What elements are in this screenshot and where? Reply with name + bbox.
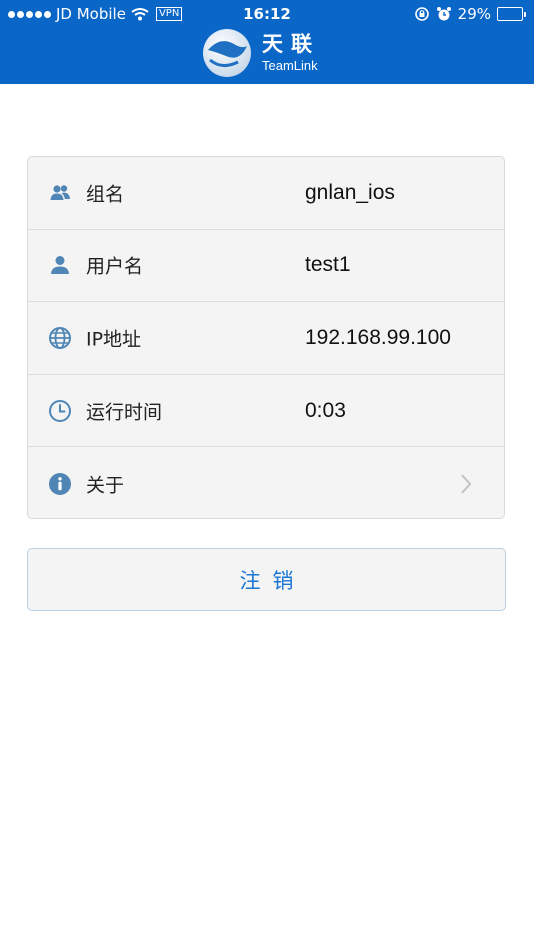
info-row-about[interactable]: 关于 — [28, 447, 504, 518]
ip-address-label: IP地址 — [86, 328, 142, 351]
chevron-right-icon — [461, 474, 472, 494]
signal-strength-icon — [8, 10, 51, 18]
ip-address-value: 192.168.99.100 — [305, 325, 451, 349]
account-info-card: 组名 gnlan_ios 用户名 test1 IP地址 192.168.99.1… — [27, 156, 505, 519]
group-label: 组名 — [86, 183, 125, 206]
group-value: gnlan_ios — [305, 180, 395, 204]
status-bar: JD Mobile VPN 16:12 29% — [0, 0, 534, 28]
clock-icon — [49, 399, 71, 422]
info-row-uptime: 运行时间 0:03 — [28, 375, 504, 448]
info-row-username: 用户名 test1 — [28, 230, 504, 303]
app-header: JD Mobile VPN 16:12 29% 天联 TeamLink — [0, 0, 534, 84]
globe-icon — [49, 326, 71, 349]
logout-button[interactable]: 注销 — [27, 548, 506, 611]
info-row-group: 组名 gnlan_ios — [28, 157, 504, 230]
rotation-lock-icon — [414, 7, 429, 21]
about-label: 关于 — [86, 474, 125, 497]
status-right: 29% — [414, 0, 526, 28]
battery-icon — [497, 7, 526, 21]
alarm-icon — [436, 7, 451, 21]
brand-text: 天联 TeamLink — [262, 32, 320, 73]
user-icon — [51, 256, 69, 275]
status-left: JD Mobile VPN — [8, 0, 183, 28]
uptime-value: 0:03 — [305, 398, 346, 422]
info-row-ip-address: IP地址 192.168.99.100 — [28, 302, 504, 375]
brand-chinese-name: 天联 — [262, 32, 320, 56]
battery-percent: 29% — [457, 5, 491, 23]
vpn-badge: VPN — [155, 7, 183, 21]
username-value: test1 — [305, 253, 351, 277]
wifi-icon — [131, 8, 149, 21]
username-label: 用户名 — [86, 255, 144, 278]
brand-english-name: TeamLink — [262, 58, 318, 73]
carrier-name: JD Mobile — [56, 5, 126, 23]
info-icon — [49, 472, 71, 495]
brand-logo: 天联 TeamLink — [202, 27, 352, 79]
uptime-label: 运行时间 — [86, 401, 163, 424]
group-icon — [50, 185, 70, 200]
teamlink-logo-icon — [203, 29, 251, 77]
